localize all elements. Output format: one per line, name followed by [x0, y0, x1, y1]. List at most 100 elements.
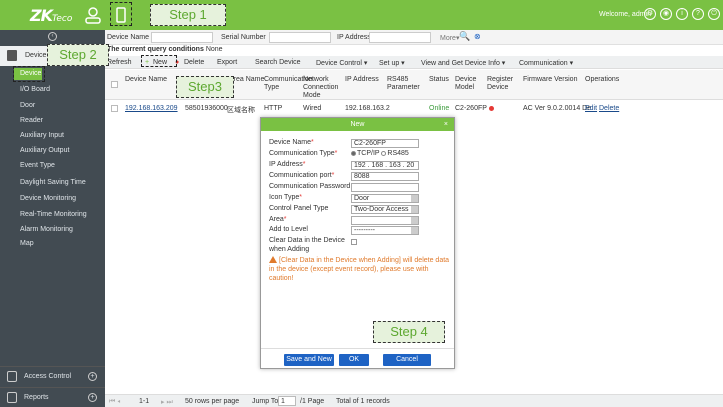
- edit-link[interactable]: Edit: [585, 105, 597, 112]
- ip-row: IP Address*: [269, 161, 306, 168]
- next-page-icon[interactable]: ▸ ⏭: [161, 398, 173, 407]
- device-module-icon: [7, 50, 17, 61]
- sidebar-item-reader[interactable]: Reader: [20, 117, 43, 124]
- ok-button[interactable]: OK: [339, 354, 369, 366]
- serial-number: 58501936000: [185, 105, 228, 112]
- icon-type-select[interactable]: Door: [351, 194, 419, 203]
- first-page-icon[interactable]: ⏮ ◂: [109, 398, 120, 406]
- clear-data-label-1: Clear Data in the Device: [269, 237, 345, 244]
- collapse-icon[interactable]: ‹: [48, 32, 57, 41]
- sidebar-item-alarm-monitoring[interactable]: Alarm Monitoring: [20, 226, 73, 233]
- user-icon[interactable]: [84, 6, 102, 24]
- page-input[interactable]: 1: [278, 396, 296, 406]
- view-get-device-info-menu[interactable]: View and Get Device Info ▾: [421, 59, 505, 67]
- cancel-button[interactable]: Cancel: [383, 354, 431, 366]
- port-row: Communication port*: [269, 172, 335, 179]
- pagination: ⏮ ◂ 1-1 ▸ ⏭ 50 rows per page Jump To 1 /…: [105, 394, 723, 407]
- add-to-level-select[interactable]: ---------: [351, 226, 419, 235]
- select-all-checkbox[interactable]: [111, 81, 118, 88]
- rows-per-page-select[interactable]: 50 rows per page: [185, 398, 239, 405]
- logo: ZKTeco: [30, 6, 73, 25]
- clear-data-label-2: when Adding: [269, 246, 310, 253]
- refresh-button[interactable]: Refresh: [107, 59, 132, 66]
- delete-button[interactable]: Delete: [184, 59, 204, 66]
- device-control-menu[interactable]: Device Control ▾: [316, 59, 367, 67]
- col-status[interactable]: Status: [429, 76, 449, 84]
- settings-icon[interactable]: ⚙: [644, 8, 656, 20]
- search-icon[interactable]: 🔍: [459, 31, 470, 42]
- ip-address-input[interactable]: [369, 32, 431, 43]
- total-records: Total of 1 records: [336, 398, 390, 405]
- sidebar-access-control[interactable]: Access Control +: [0, 366, 105, 386]
- network-mode: Wired: [303, 105, 322, 112]
- toolbar: Refresh + New ● Delete Export Search Dev…: [105, 56, 723, 69]
- row-checkbox[interactable]: [111, 105, 118, 112]
- device-name-input[interactable]: [151, 32, 213, 43]
- chevron-down-icon: [411, 227, 418, 234]
- expand-icon[interactable]: +: [88, 372, 97, 381]
- comm-type-radios[interactable]: TCP/IP RS485: [351, 150, 409, 157]
- communication-menu[interactable]: Communication ▾: [519, 59, 573, 67]
- search-device-button[interactable]: Search Device: [255, 59, 301, 66]
- save-and-new-button[interactable]: Save and New: [284, 354, 334, 366]
- col-area-name[interactable]: Area Name: [229, 76, 264, 84]
- page-range: 1-1: [139, 398, 150, 405]
- status-online: Online: [429, 105, 450, 112]
- area-row: Area*: [269, 216, 287, 223]
- clear-filter-icon[interactable]: ⊗: [474, 32, 481, 41]
- close-icon[interactable]: ×: [444, 118, 448, 131]
- sidebar-item-auxiliary-input[interactable]: Auxiliary Input: [20, 132, 64, 139]
- comm-password-label: Communication Password: [269, 183, 351, 190]
- communication-port-field[interactable]: 8088: [351, 172, 419, 181]
- col-communication-type[interactable]: Communication Type: [264, 76, 313, 92]
- info-icon[interactable]: i: [676, 8, 688, 20]
- user-profile-icon[interactable]: ◉: [660, 8, 672, 20]
- sidebar-item-daylight-saving[interactable]: Daylight Saving Time: [20, 179, 86, 186]
- col-device-name[interactable]: Device Name: [125, 76, 167, 84]
- communication-password-field[interactable]: [351, 183, 419, 192]
- col-register-device[interactable]: Register Device: [487, 76, 517, 92]
- ip-address-label: IP Address: [337, 34, 371, 41]
- page-count: /1 Page: [300, 398, 325, 405]
- export-button[interactable]: Export: [217, 59, 237, 66]
- delete-link[interactable]: Delete: [599, 105, 619, 112]
- ip-address: 192.168.163.2: [345, 105, 390, 112]
- radio-rs485[interactable]: [381, 150, 387, 156]
- col-device-model[interactable]: Device Model: [455, 76, 481, 92]
- col-ip-address[interactable]: IP Address: [345, 76, 379, 84]
- more-filters[interactable]: More▾: [440, 34, 459, 42]
- sidebar-item-door[interactable]: Door: [20, 102, 35, 109]
- sidebar-item-auxiliary-output[interactable]: Auxiliary Output: [20, 147, 69, 154]
- sidebar: ‹ Device Device I/O Board Door Reader Au…: [0, 30, 105, 407]
- sidebar-item-real-time-monitoring[interactable]: Real-Time Monitoring: [20, 211, 87, 218]
- jump-to-label: Jump To: [252, 398, 279, 405]
- serial-number-input[interactable]: [269, 32, 331, 43]
- radio-tcpip[interactable]: [351, 150, 356, 156]
- setup-menu[interactable]: Set up ▾: [379, 59, 405, 67]
- sidebar-reports[interactable]: Reports +: [0, 387, 105, 407]
- power-icon[interactable]: ⏻: [708, 8, 720, 20]
- col-network-connection[interactable]: Network Connection Mode: [303, 76, 343, 100]
- table-row[interactable]: 192.168.163.209 58501936000 区域名称 HTTP Wi…: [105, 102, 723, 116]
- col-firmware-version[interactable]: Firmware Version: [523, 76, 577, 84]
- col-operations: Operations: [585, 76, 620, 83]
- control-panel-type-select[interactable]: Two-Door Access: [351, 205, 419, 214]
- clear-data-checkbox[interactable]: [351, 239, 357, 245]
- device-name-link[interactable]: 192.168.163.209: [125, 105, 178, 112]
- area-name: 区域名称: [227, 107, 255, 114]
- sidebar-item-map[interactable]: Map: [20, 240, 34, 247]
- dialog-divider: [261, 348, 454, 349]
- new-button-highlight: [141, 55, 177, 67]
- device-name-field[interactable]: C2-260FP: [351, 139, 419, 148]
- help-icon[interactable]: ?: [692, 8, 704, 20]
- expand-icon[interactable]: +: [88, 393, 97, 402]
- ip-address-field[interactable]: 192 . 168 . 163 . 20: [351, 161, 419, 170]
- step-4-callout: Step 4: [373, 321, 445, 343]
- query-conditions: The current query conditions None: [107, 46, 223, 53]
- area-select[interactable]: [351, 216, 419, 225]
- sidebar-item-device-monitoring[interactable]: Device Monitoring: [20, 195, 76, 202]
- control-panel-type-label: Control Panel Type: [269, 205, 329, 212]
- col-rs485[interactable]: RS485 Parameter: [387, 76, 423, 92]
- sidebar-item-event-type[interactable]: Event Type: [20, 162, 55, 169]
- sidebar-item-io-board[interactable]: I/O Board: [20, 86, 50, 93]
